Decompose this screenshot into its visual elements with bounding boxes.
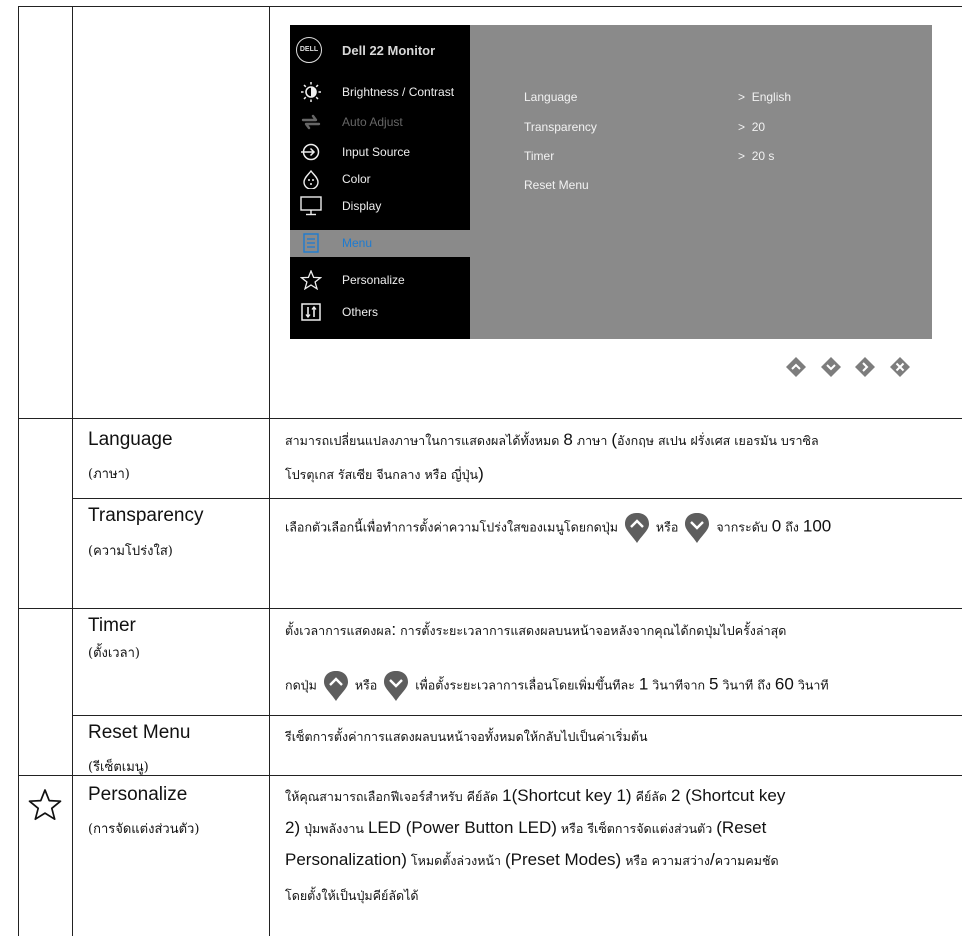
column-divider bbox=[269, 6, 270, 936]
osd-title: Dell 22 Monitor bbox=[342, 43, 436, 58]
osd-item-label: Menu bbox=[342, 236, 373, 250]
row-name-reset-menu: Reset Menu bbox=[88, 722, 191, 743]
row-name-language: Language bbox=[88, 429, 173, 450]
row-divider bbox=[18, 775, 962, 776]
column-divider bbox=[18, 6, 19, 936]
row-name-language-th: (ภาษา) bbox=[88, 467, 130, 482]
row-desc-language: สามารถเปลี่ยนแปลงภาษาในการแสดงผลได้ทั้งห… bbox=[285, 430, 819, 449]
osd-item-input-source[interactable]: Input Source bbox=[290, 139, 470, 165]
display-icon bbox=[300, 196, 322, 216]
row-name-transparency: Transparency bbox=[88, 505, 204, 526]
row-desc-transparency: เลือกตัวเลือกนี้เพื่อทำการตั้งค่าความโปร… bbox=[285, 512, 945, 544]
row-desc-timer: ตั้งเวลาการแสดงผล: การตั้งระยะเวลาการแสด… bbox=[285, 620, 787, 639]
row-divider bbox=[18, 608, 962, 609]
row-desc-personalize-line3: Personalization) โหมดตั้งล่วงหน้า (Prese… bbox=[285, 850, 779, 869]
dell-logo-icon: DELL bbox=[296, 37, 322, 63]
row-name-personalize-th: (การจัดแต่งส่วนตัว) bbox=[88, 822, 200, 837]
row-desc-reset-menu: รีเซ็ตการตั้งค่าการแสดงผลบนหน้าจอทั้งหมด… bbox=[285, 729, 648, 744]
right-icon[interactable] bbox=[854, 356, 876, 378]
osd-item-others[interactable]: Others bbox=[290, 299, 470, 325]
close-icon[interactable] bbox=[889, 356, 911, 378]
osd-item-brightness-contrast[interactable]: Brightness / Contrast bbox=[290, 79, 470, 105]
osd-item-auto-adjust[interactable]: Auto Adjust bbox=[290, 109, 470, 135]
osd-item-personalize[interactable]: Personalize bbox=[290, 267, 470, 293]
column-divider bbox=[72, 6, 73, 936]
up-icon bbox=[624, 513, 649, 543]
row-name-reset-menu-th: (รีเซ็ตเมนู) bbox=[88, 760, 149, 775]
osd-item-label: Brightness / Contrast bbox=[342, 85, 455, 99]
down-icon bbox=[685, 513, 710, 543]
down-icon bbox=[384, 671, 409, 701]
osd-item-label: Others bbox=[342, 305, 379, 319]
osd-value-transparency[interactable]: > 20 bbox=[738, 120, 765, 134]
osd-option-reset-menu[interactable]: Reset Menu bbox=[524, 178, 589, 192]
row-divider bbox=[18, 418, 962, 419]
row-name-timer-th: (ตั้งเวลา) bbox=[88, 646, 140, 661]
up-icon bbox=[323, 671, 348, 701]
input-source-icon bbox=[301, 143, 320, 161]
osd-item-display[interactable]: Display bbox=[290, 193, 470, 219]
osd-item-color[interactable]: Color bbox=[290, 166, 470, 192]
osd-title-row: DELL Dell 22 Monitor bbox=[290, 35, 470, 67]
down-icon[interactable] bbox=[820, 356, 842, 378]
osd-menu-panel: DELL Dell 22 Monitor Brightness / Contra… bbox=[290, 25, 470, 339]
up-icon[interactable] bbox=[785, 356, 807, 378]
brightness-icon bbox=[301, 82, 321, 102]
osd-item-label: Color bbox=[342, 172, 371, 186]
color-icon bbox=[303, 169, 319, 189]
row-divider bbox=[72, 715, 962, 716]
star-icon bbox=[28, 789, 62, 821]
row-name-personalize: Personalize bbox=[88, 784, 188, 805]
osd-item-label: Display bbox=[342, 199, 382, 213]
osd-item-label: Auto Adjust bbox=[342, 115, 403, 129]
table-top-border bbox=[18, 6, 962, 7]
row-desc-personalize-line4: โดยตั้งให้เป็นปุ่มคีย์ลัดได้ bbox=[285, 888, 419, 903]
auto-adjust-icon bbox=[301, 114, 321, 130]
row-divider bbox=[72, 498, 962, 499]
row-desc-personalize-line2: 2) ปุ่มพลังงาน LED (Power Button LED) หร… bbox=[285, 818, 767, 837]
osd-item-label: Input Source bbox=[342, 145, 411, 159]
osd-screenshot: DELL Dell 22 Monitor Brightness / Contra… bbox=[290, 25, 932, 339]
row-desc-language-line2: โปรตุเกส รัสเซีย จีนกลาง หรือ ญี่ปุ่น) bbox=[285, 464, 484, 483]
row-desc-personalize: ให้คุณสามารถเลือกฟีเจอร์สำหรับ คีย์ลัด 1… bbox=[285, 786, 786, 805]
osd-option-timer[interactable]: Timer bbox=[524, 149, 554, 163]
row-name-transparency-th: (ความโปร่งใส) bbox=[88, 544, 173, 559]
row-name-timer: Timer bbox=[88, 615, 136, 636]
row-desc-timer-line2: กดปุ่ม หรือ เพื่อตั้งระยะเวลาการเลื่อนโด… bbox=[285, 670, 945, 702]
menu-icon bbox=[303, 233, 319, 253]
osd-value-timer[interactable]: > 20 s bbox=[738, 149, 774, 163]
osd-value-language[interactable]: > English bbox=[738, 90, 791, 104]
osd-option-transparency[interactable]: Transparency bbox=[524, 120, 597, 134]
osd-option-language[interactable]: Language bbox=[524, 90, 577, 104]
osd-item-menu[interactable]: Menu bbox=[290, 230, 470, 257]
others-icon bbox=[301, 303, 321, 321]
star-icon bbox=[300, 270, 322, 290]
osd-item-label: Personalize bbox=[342, 273, 405, 287]
